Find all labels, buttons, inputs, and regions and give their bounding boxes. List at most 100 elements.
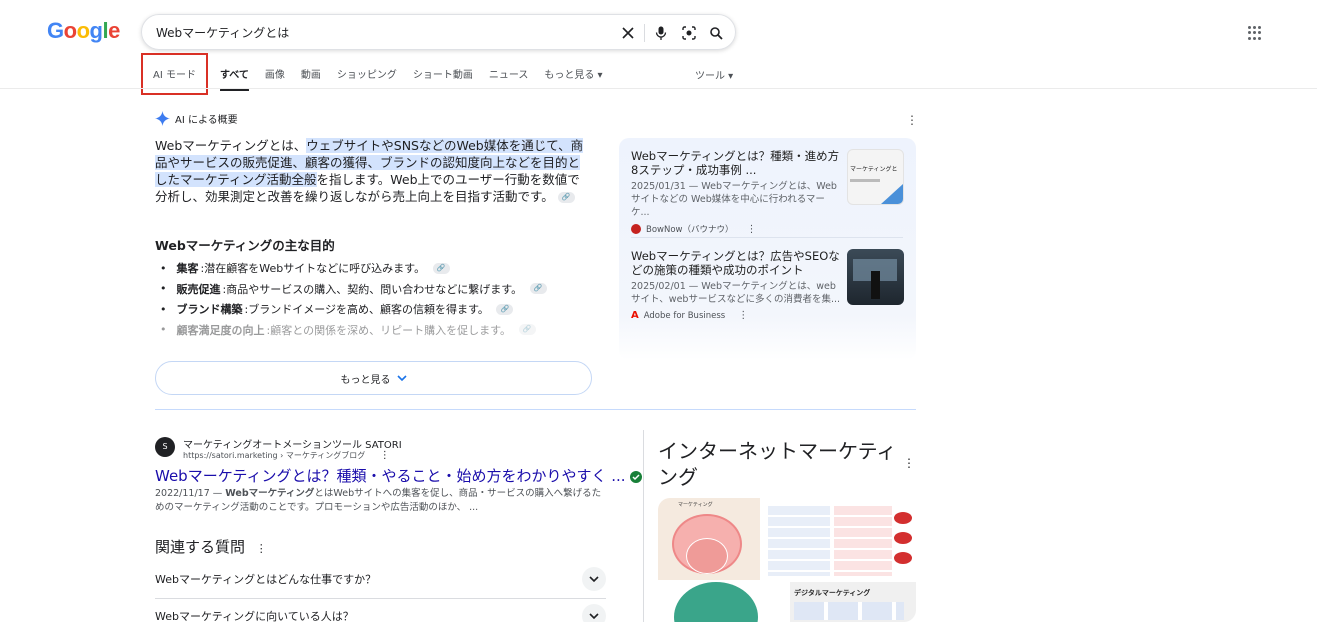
result-url[interactable]: https://satori.marketing › マーケティングブログ ⋮ bbox=[183, 450, 390, 461]
list-term: 顧客満足度の向上 bbox=[176, 323, 265, 337]
link-chip-icon[interactable]: 🔗 bbox=[496, 303, 514, 315]
ai-overview-menu-icon[interactable]: ⋮ bbox=[906, 113, 918, 127]
knowledge-panel-divider bbox=[643, 430, 644, 622]
satori-favicon-icon[interactable]: S bbox=[155, 437, 175, 457]
paa-heading: 関連する質問 ⋮ bbox=[155, 536, 267, 557]
divider bbox=[644, 24, 645, 42]
kp-image-4[interactable]: デジタルマーケティング bbox=[790, 582, 916, 622]
result-title[interactable]: Webマーケティングとは？種類・やること・始め方をわかりやすく ... bbox=[155, 467, 626, 485]
logo-letter: G bbox=[47, 18, 64, 43]
kp-image-1[interactable]: マーケティング bbox=[658, 498, 760, 580]
link-chip-icon[interactable]: 🔗 bbox=[518, 324, 536, 336]
ai-overview-paragraph: Webマーケティングとは、ウェブサイトやSNSなどのWeb媒体を通じて、商品やサ… bbox=[155, 137, 591, 205]
ai-overview-subheading: Webマーケティングの主な目的 bbox=[155, 238, 335, 253]
result-snippet-bold: Webマーケティング bbox=[225, 488, 315, 499]
source-thumbnail[interactable]: マーケティングと bbox=[847, 149, 904, 205]
logo-letter: o bbox=[63, 18, 77, 43]
result-site-name[interactable]: マーケティングオートメーションツール SATORI bbox=[183, 436, 402, 451]
search-tabs: AI モード すべて 画像 動画 ショッピング ショート動画 ニュース もっと見… bbox=[141, 52, 611, 95]
list-item: 顧客満足度の向上:顧客との関係を深め、リピート購入を促します。 🔗 bbox=[160, 320, 600, 341]
source-card[interactable]: Webマーケティングとは？種類・進め方8ステップ・成功事例 ... 2025/0… bbox=[631, 149, 904, 235]
more-vert-icon[interactable]: ⋮ bbox=[256, 542, 267, 555]
chevron-down-icon[interactable] bbox=[582, 604, 606, 622]
verified-check-icon bbox=[630, 470, 643, 483]
source-site-name: BowNow（バウナウ） bbox=[646, 225, 734, 235]
apps-grid-icon[interactable] bbox=[1248, 26, 1262, 40]
google-logo[interactable]: Google bbox=[47, 18, 120, 44]
search-box[interactable]: Webマーケティングとは bbox=[141, 14, 736, 50]
list-item: 集客:潜在顧客をWebサイトなどに呼び込みます。 🔗 bbox=[160, 258, 600, 279]
result-snippet: 2022/11/17 — WebマーケティングとはWebサイトへの集客を促し、商… bbox=[155, 487, 610, 515]
more-vert-icon[interactable]: ⋮ bbox=[380, 450, 390, 461]
logo-letter: e bbox=[108, 18, 120, 43]
kp-image-4-label: デジタルマーケティング bbox=[794, 589, 871, 597]
source-title[interactable]: Webマーケティングとは？種類・進め方8ステップ・成功事例 ... bbox=[631, 149, 841, 177]
list-term: 販売促進 bbox=[176, 282, 221, 296]
ai-overview-title: AI による概要 bbox=[175, 115, 238, 126]
result-date: 2022/11/17 — bbox=[155, 488, 226, 499]
list-text: :潜在顧客をWebサイトなどに呼び込みます。 bbox=[200, 262, 426, 276]
adobe-logo-icon: A bbox=[631, 310, 639, 321]
ai-overview-list: 集客:潜在顧客をWebサイトなどに呼び込みます。 🔗 販売促進:商品やサービスの… bbox=[160, 258, 600, 340]
tab-images[interactable]: 画像 bbox=[257, 55, 293, 91]
link-chip-icon[interactable]: 🔗 bbox=[557, 192, 575, 203]
tab-all[interactable]: すべて bbox=[212, 55, 257, 91]
ai-sources-panel: Webマーケティングとは？種類・進め方8ステップ・成功事例 ... 2025/0… bbox=[619, 138, 916, 360]
bownow-favicon-icon bbox=[631, 224, 641, 234]
search-input[interactable]: Webマーケティングとは bbox=[156, 24, 289, 41]
chevron-down-icon bbox=[396, 374, 407, 381]
ai-overview-divider bbox=[155, 409, 916, 410]
ai-text-pre: Webマーケティングとは、 bbox=[155, 138, 307, 153]
list-term: ブランド構築 bbox=[176, 303, 243, 317]
list-item: ブランド構築:ブランドイメージを高め、顧客の信頼を得ます。 🔗 bbox=[160, 299, 600, 320]
mic-icon[interactable] bbox=[652, 24, 670, 42]
lens-icon[interactable] bbox=[680, 24, 698, 42]
source-desc: 2025/01/31 — Webマーケティングとは、Webサイトなどの Web媒… bbox=[631, 181, 837, 218]
source-card[interactable]: Webマーケティングとは？広告やSEOなどの施策の種類や成功のポイント 2025… bbox=[631, 249, 904, 321]
more-vert-icon[interactable]: ⋮ bbox=[747, 224, 757, 235]
clear-icon[interactable] bbox=[619, 24, 637, 42]
list-term: 集客 bbox=[176, 262, 199, 276]
source-title[interactable]: Webマーケティングとは？広告やSEOなどの施策の種類や成功のポイント bbox=[631, 249, 841, 277]
tab-shopping[interactable]: ショッピング bbox=[329, 55, 405, 91]
paa-question[interactable]: Webマーケティングとはどんな仕事ですか？ bbox=[155, 561, 606, 597]
knowledge-panel-images[interactable]: マーケティング デジタルマーケティング bbox=[658, 498, 916, 622]
link-chip-icon[interactable]: 🔗 bbox=[529, 283, 547, 295]
result-title-link[interactable]: Webマーケティングとは？種類・やること・始め方をわかりやすく ... bbox=[155, 465, 643, 486]
tab-short-videos[interactable]: ショート動画 bbox=[405, 55, 481, 91]
show-more-button[interactable]: もっと見る bbox=[155, 361, 592, 395]
header-divider bbox=[0, 88, 1317, 89]
tab-videos[interactable]: 動画 bbox=[293, 55, 329, 91]
list-text: :ブランドイメージを高め、顧客の信頼を得ます。 bbox=[244, 303, 489, 317]
more-vert-icon[interactable]: ⋮ bbox=[903, 456, 915, 470]
source-thumbnail[interactable] bbox=[847, 249, 904, 305]
gemini-sparkle-icon bbox=[155, 111, 170, 126]
show-more-label: もっと見る bbox=[340, 374, 391, 386]
search-icon[interactable] bbox=[707, 24, 725, 42]
paa-question[interactable]: Webマーケティングに向いている人は？ bbox=[155, 598, 606, 622]
link-chip-icon[interactable]: 🔗 bbox=[432, 262, 450, 274]
logo-letter: g bbox=[89, 18, 103, 43]
paa-title: 関連する質問 bbox=[155, 538, 246, 556]
tab-news[interactable]: ニュース bbox=[481, 55, 537, 91]
list-text: :顧客との関係を深め、リピート購入を促します。 bbox=[266, 323, 512, 337]
source-site: A Adobe for Business ⋮ bbox=[631, 310, 901, 321]
kp-image-3[interactable] bbox=[658, 582, 788, 622]
list-item: 販売促進:商品やサービスの購入、契約、問い合わせなどに繋げます。 🔗 bbox=[160, 279, 600, 300]
more-vert-icon[interactable]: ⋮ bbox=[738, 310, 748, 321]
knowledge-panel-title: インターネットマーケティング bbox=[658, 439, 897, 489]
thumb-text: マーケティングと bbox=[850, 166, 898, 173]
paa-question-text[interactable]: Webマーケティングに向いている人は？ bbox=[155, 608, 354, 622]
source-divider bbox=[631, 237, 903, 238]
source-site-name: Adobe for Business bbox=[643, 310, 726, 321]
result-url-text[interactable]: https://satori.marketing › マーケティングブログ bbox=[183, 451, 365, 460]
source-desc: 2025/02/01 — Webマーケティングとは、webサイト、webサービス… bbox=[631, 281, 841, 305]
kp-image-1-label: マーケティング bbox=[678, 502, 713, 508]
logo-letter: o bbox=[76, 18, 90, 43]
list-text: :商品やサービスの購入、契約、問い合わせなどに繋げます。 bbox=[222, 282, 523, 296]
kp-image-2[interactable] bbox=[762, 498, 916, 580]
chevron-down-icon[interactable] bbox=[582, 567, 606, 591]
tab-more[interactable]: もっと見る ▾ bbox=[536, 55, 610, 91]
tools-button[interactable]: ツール ▾ bbox=[695, 67, 733, 82]
paa-question-text[interactable]: Webマーケティングとはどんな仕事ですか？ bbox=[155, 571, 376, 587]
